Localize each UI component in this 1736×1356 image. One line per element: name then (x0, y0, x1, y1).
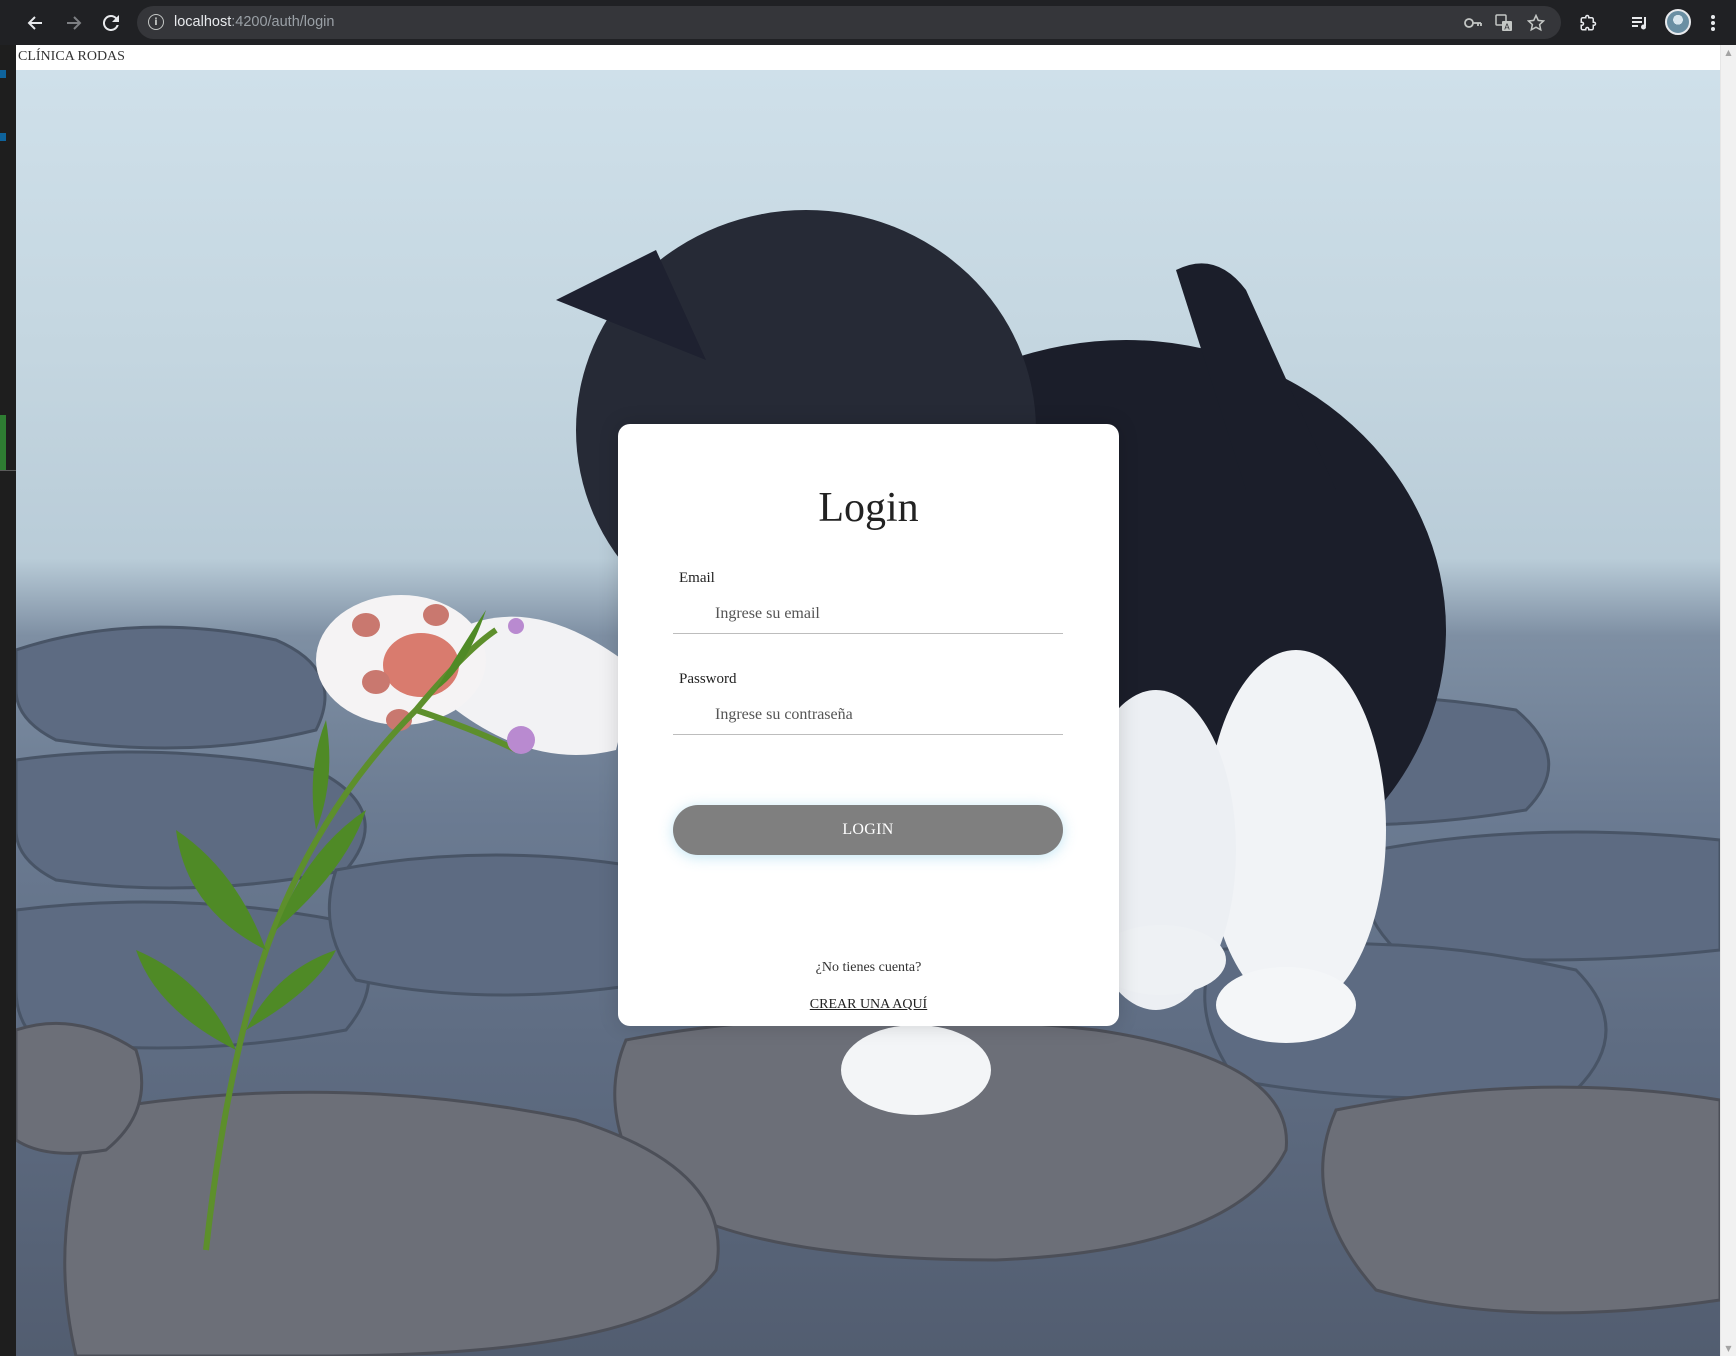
media-controls-icon[interactable] (1627, 10, 1653, 36)
scroll-down-arrow-icon[interactable]: ▼ (1721, 1341, 1736, 1356)
back-arrow-icon[interactable] (22, 10, 48, 36)
site-info-icon[interactable]: i (148, 14, 164, 30)
url-host: localhost (174, 14, 232, 30)
bookmark-star-icon[interactable] (1525, 12, 1547, 34)
scroll-up-arrow-icon[interactable]: ▲ (1721, 45, 1736, 60)
profile-avatar-icon[interactable] (1665, 9, 1691, 35)
url-text[interactable]: localhost:4200/auth/login (174, 6, 334, 39)
translate-icon[interactable]: A (1493, 12, 1515, 34)
email-field[interactable] (673, 594, 1063, 634)
forward-arrow-icon[interactable] (61, 10, 87, 36)
browser-toolbar: i localhost:4200/auth/login A (0, 0, 1736, 45)
page-viewport: CLÍNICA RODAS Login Email Ingrese su ema… (16, 45, 1736, 1356)
more-menu-icon[interactable] (1700, 10, 1726, 36)
reload-icon[interactable] (98, 10, 124, 36)
site-header: CLÍNICA RODAS (16, 45, 1720, 70)
svg-text:A: A (1504, 23, 1510, 32)
create-account-link[interactable]: CREAR UNA AQUÍ (618, 997, 1119, 1013)
password-field[interactable] (673, 695, 1063, 735)
password-label: Password (679, 671, 737, 687)
address-bar[interactable]: i localhost:4200/auth/login A (137, 6, 1561, 39)
login-button[interactable]: LOGIN (673, 805, 1063, 855)
login-card: Login Email Password LOGIN ¿No tienes cu… (618, 424, 1119, 1026)
brand-title: CLÍNICA RODAS (18, 49, 125, 64)
url-path: :4200/auth/login (231, 14, 335, 30)
page-scrollbar[interactable]: ▲ ▼ (1720, 45, 1736, 1356)
password-key-icon[interactable] (1462, 12, 1484, 34)
email-label: Email (679, 570, 715, 586)
extensions-icon[interactable] (1575, 10, 1601, 36)
no-account-text: ¿No tienes cuenta? (815, 960, 922, 975)
login-title: Login (818, 485, 919, 531)
background-window-edge (0, 45, 16, 1356)
